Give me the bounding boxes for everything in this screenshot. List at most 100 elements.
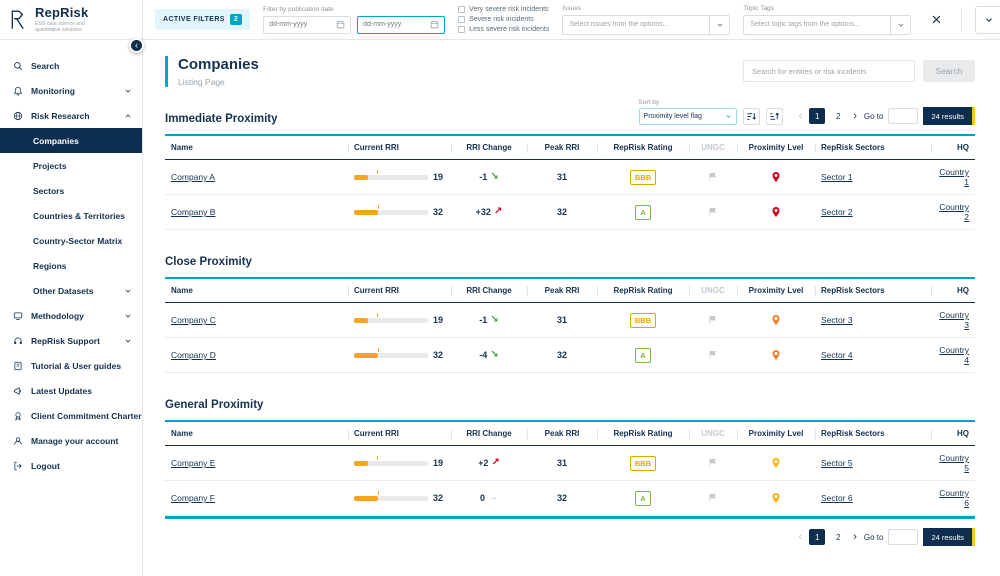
rri-bar xyxy=(354,318,428,323)
sidebar-item-tutorial-user-guides[interactable]: Tutorial & User guides xyxy=(0,353,142,378)
page-2-button[interactable]: 2 xyxy=(830,529,846,545)
column-header-rri-change: RRI Change xyxy=(451,279,527,302)
sidebar-item-manage-your-account[interactable]: Manage your account xyxy=(0,428,142,453)
current-rri-value: 32 xyxy=(433,350,445,360)
sidebar-item-label: Regions xyxy=(33,261,67,271)
sidebar-item-client-commitment-charter[interactable]: Client Commitment Charter xyxy=(0,403,142,428)
current-rri-value: 19 xyxy=(433,172,445,182)
sidebar-item-countries-territories[interactable]: Countries & Territories xyxy=(0,203,142,228)
company-link[interactable]: Company E xyxy=(171,458,215,468)
chevron-down-icon[interactable] xyxy=(709,16,729,34)
sidebar-item-country-sector-matrix[interactable]: Country-Sector Matrix xyxy=(0,228,142,253)
next-page-button[interactable] xyxy=(851,111,859,122)
previous-page-button[interactable] xyxy=(797,532,805,543)
column-header-hq: HQ xyxy=(931,136,975,159)
checkbox-icon[interactable] xyxy=(458,6,465,13)
date-from-input[interactable] xyxy=(269,21,327,28)
sector-link[interactable]: Sector 4 xyxy=(821,350,853,360)
topic-tags-select[interactable]: Select topic tags from the options... xyxy=(743,15,911,35)
ungc-flag-icon xyxy=(708,458,718,468)
sidebar-item-reprisk-support[interactable]: RepRisk Support xyxy=(0,328,142,353)
column-header-reprisk-rating: RepRisk Rating xyxy=(597,136,689,159)
hq-link[interactable]: Country 5 xyxy=(939,453,969,473)
page-2-button[interactable]: 2 xyxy=(830,108,846,124)
peak-rri-value: 32 xyxy=(527,493,597,503)
search-button[interactable]: Search xyxy=(923,60,975,82)
sidebar-item-logout[interactable]: Logout xyxy=(0,453,142,478)
brand-logo: RepRisk ESG data science and quantitativ… xyxy=(0,0,143,39)
severity-option-very-severe[interactable]: Very severe risk incidents xyxy=(458,6,549,13)
rri-change-value: -4 xyxy=(479,350,487,360)
goto-page-input[interactable] xyxy=(888,108,918,124)
column-header-reprisk-sectors: RepRisk Sectors xyxy=(815,422,931,445)
company-link[interactable]: Company C xyxy=(171,315,216,325)
column-header-reprisk-sectors: RepRisk Sectors xyxy=(815,279,931,302)
sidebar-item-sectors[interactable]: Sectors xyxy=(0,178,142,203)
table-row: Company F 32 0→ 32 A Sector 6 Country 6 xyxy=(165,481,975,516)
trend-down-icon: ↘ xyxy=(490,350,498,360)
previous-page-button[interactable] xyxy=(797,111,805,122)
checkbox-icon[interactable] xyxy=(458,16,465,23)
column-header-current-rri: Current RRI xyxy=(348,136,451,159)
active-filters-button[interactable]: ACTIVE FILTERS 2 xyxy=(155,9,250,30)
hq-link[interactable]: Country 3 xyxy=(939,310,969,330)
table-row: Company D 32 -4↘ 32 A Sector 4 Country 4 xyxy=(165,338,975,373)
page-1-button[interactable]: 1 xyxy=(809,108,825,124)
severity-option-label: Severe risk incidents xyxy=(469,16,534,23)
ungc-flag-icon xyxy=(708,172,718,182)
sidebar-item-monitoring[interactable]: Monitoring xyxy=(0,78,142,103)
logout-icon xyxy=(13,461,23,471)
column-header-peak-rri: Peak RRI xyxy=(527,279,597,302)
proximity-table: Name Current RRI RRI Change Peak RRI Rep… xyxy=(165,420,975,519)
sort-ascending-button[interactable] xyxy=(766,108,783,125)
calendar-icon[interactable] xyxy=(430,20,439,29)
sort-descending-button[interactable] xyxy=(743,108,760,125)
trend-up-icon: ↗ xyxy=(491,458,499,468)
sidebar-item-search[interactable]: Search xyxy=(0,53,142,78)
sidebar-collapse-button[interactable] xyxy=(129,38,144,53)
goto-page-input[interactable] xyxy=(888,529,918,545)
hq-link[interactable]: Country 1 xyxy=(939,167,969,187)
sidebar-item-regions[interactable]: Regions xyxy=(0,253,142,278)
hq-link[interactable]: Country 6 xyxy=(939,488,969,508)
close-filters-button[interactable] xyxy=(924,8,948,32)
globe-icon xyxy=(13,111,23,121)
sidebar-item-methodology[interactable]: Methodology xyxy=(0,303,142,328)
date-to-field[interactable] xyxy=(357,16,445,34)
sector-link[interactable]: Sector 5 xyxy=(821,458,853,468)
sector-link[interactable]: Sector 3 xyxy=(821,315,853,325)
hq-link[interactable]: Country 4 xyxy=(939,345,969,365)
sidebar-item-projects[interactable]: Projects xyxy=(0,153,142,178)
date-to-input[interactable] xyxy=(363,21,421,28)
ungc-flag-icon xyxy=(708,207,718,217)
page-1-button[interactable]: 1 xyxy=(809,529,825,545)
collapse-filters-button[interactable] xyxy=(975,6,1000,34)
sector-link[interactable]: Sector 6 xyxy=(821,493,853,503)
issues-select[interactable]: Select issues from the options... xyxy=(562,15,730,35)
hq-link[interactable]: Country 2 xyxy=(939,202,969,222)
sort-select[interactable]: Proximity level flag xyxy=(639,108,737,125)
table-header-row: Name Current RRI RRI Change Peak RRI Rep… xyxy=(165,279,975,303)
sector-link[interactable]: Sector 2 xyxy=(821,207,853,217)
checkbox-icon[interactable] xyxy=(458,26,465,33)
sidebar-item-label: Methodology xyxy=(31,311,84,321)
sidebar-item-other-datasets[interactable]: Other Datasets xyxy=(0,278,142,303)
ungc-flag-icon xyxy=(708,350,718,360)
peak-rri-value: 32 xyxy=(527,207,597,217)
sidebar-item-latest-updates[interactable]: Latest Updates xyxy=(0,378,142,403)
sector-link[interactable]: Sector 1 xyxy=(821,172,853,182)
severity-option-severe[interactable]: Severe risk incidents xyxy=(458,16,549,23)
sidebar-item-label: Other Datasets xyxy=(33,286,93,296)
company-link[interactable]: Company F xyxy=(171,493,215,503)
company-link[interactable]: Company A xyxy=(171,172,215,182)
chevron-down-icon[interactable] xyxy=(890,16,910,34)
company-link[interactable]: Company D xyxy=(171,350,216,360)
severity-option-less-severe[interactable]: Less severe risk incidents xyxy=(458,26,549,33)
sidebar-item-risk-research[interactable]: Risk Research xyxy=(0,103,142,128)
calendar-icon[interactable] xyxy=(336,20,345,29)
entity-search-input[interactable] xyxy=(743,60,915,82)
sidebar-item-companies[interactable]: Companies xyxy=(0,128,142,153)
date-from-field[interactable] xyxy=(263,16,351,34)
company-link[interactable]: Company B xyxy=(171,207,215,217)
next-page-button[interactable] xyxy=(851,532,859,543)
